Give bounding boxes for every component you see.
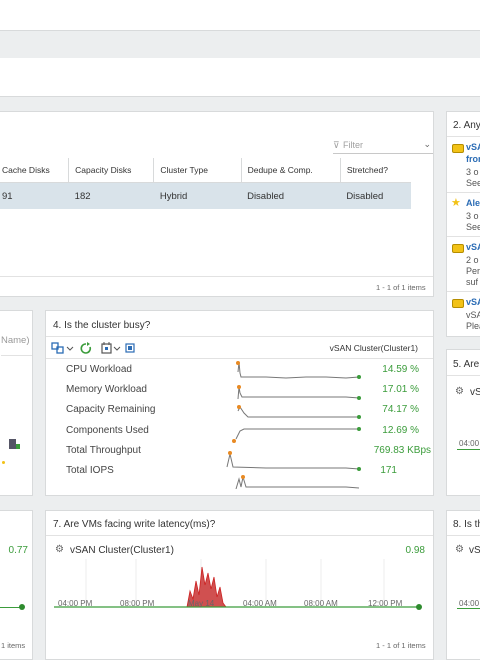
- cluster-table: Cache Disks Capacity Disks Cluster Type …: [0, 158, 411, 209]
- name-filter-input[interactable]: Name): [1, 335, 30, 346]
- busy-toolbar: [51, 342, 135, 354]
- sparkline-memory[interactable]: [237, 385, 361, 400]
- calendar-icon[interactable]: [101, 342, 112, 354]
- sparkline-cpu[interactable]: [236, 361, 361, 379]
- sparkline-components[interactable]: [232, 427, 361, 443]
- metric-label-cpu: CPU Workload: [66, 364, 132, 375]
- graph-icon[interactable]: [51, 342, 64, 354]
- chevron-down-icon[interactable]: ⌄: [423, 139, 431, 150]
- table-row[interactable]: 91 182 Hybrid Disabled Disabled: [0, 182, 411, 209]
- cell-capacity-disks: 182: [68, 182, 154, 209]
- cell-stretched: Disabled: [340, 182, 411, 209]
- chart-mark: [9, 439, 16, 449]
- col-cache-disks[interactable]: Cache Disks: [0, 158, 70, 183]
- metric-value-throughput: 769.83 KBps: [373, 445, 431, 456]
- filter-icon: ⊽: [333, 140, 340, 150]
- cluster-icon: ⚙: [455, 544, 464, 555]
- sparkline-throughput[interactable]: [226, 451, 361, 471]
- cluster-busy-panel: 4. Is the cluster busy? vSAN Cluster(Clu…: [45, 310, 434, 496]
- tick-label: May 14: [188, 599, 215, 608]
- metric-label-components: Components Used: [66, 425, 149, 436]
- chevron-down-icon: [66, 346, 74, 351]
- metric-label-iops: Total IOPS: [66, 465, 114, 476]
- tick-label: 08:00 AM: [304, 599, 338, 608]
- cluster-icon: ⚙: [455, 386, 464, 397]
- tick-label: 04:00 AM: [243, 599, 277, 608]
- cell-dedupe: Disabled: [241, 182, 341, 209]
- latency-entity: vSAN Cluster(Cluster1): [70, 545, 174, 556]
- table-footer: 1 - 1 of 1 items: [376, 283, 426, 292]
- divider: [447, 136, 480, 137]
- filter-input[interactable]: ⊽ Filter ⌄: [333, 139, 433, 154]
- panel-8: 8. Is th ⚙ vSA 04:00: [446, 510, 480, 660]
- export-icon[interactable]: [125, 343, 135, 353]
- latency-title: 7. Are VMs facing write latency(ms)?: [53, 519, 216, 530]
- col-dedupe[interactable]: Dedupe & Comp.: [241, 158, 341, 183]
- divider: [0, 276, 433, 277]
- alert-title[interactable]: vSA: [466, 142, 480, 152]
- latency-value: 0.98: [405, 545, 425, 556]
- tick-label: 08:00 PM: [120, 599, 155, 608]
- metric-label-capacity: Capacity Remaining: [66, 404, 156, 415]
- sparkline-capacity[interactable]: [237, 405, 361, 419]
- metric-value-iops: 171: [380, 465, 397, 476]
- cluster-table-panel: ⊽ Filter ⌄ Cache Disks Capacity Disks Cl…: [0, 111, 434, 297]
- left-panel: Name): [0, 310, 33, 496]
- tick-label: 04:00 PM: [58, 599, 93, 608]
- write-latency-panel: 7. Are VMs facing write latency(ms)? ⚙ v…: [45, 510, 434, 660]
- left-bottom-panel: 0.77 1 items: [0, 510, 33, 660]
- col-capacity-disks[interactable]: Capacity Disks: [68, 158, 155, 183]
- col-stretched[interactable]: Stretched?: [340, 158, 411, 183]
- alert-title-line[interactable]: fron: [466, 154, 480, 164]
- latency-last-point: [416, 604, 422, 610]
- alerts-title: 2. Any: [453, 120, 480, 131]
- sparkline-iops[interactable]: [235, 475, 360, 489]
- top-toolbar: [0, 0, 480, 31]
- cell-cache-disks: 91: [0, 182, 69, 209]
- busy-sparklines: [226, 361, 361, 489]
- chart-mark: [2, 461, 5, 464]
- warning-icon: [452, 244, 464, 253]
- metric-label-throughput: Total Throughput: [66, 445, 141, 456]
- metric-value-components: 12.69 %: [382, 425, 419, 436]
- busy-title: 4. Is the cluster busy?: [53, 320, 151, 331]
- warning-icon: [452, 144, 464, 153]
- metric-value-capacity: 74.17 %: [382, 404, 419, 415]
- col-cluster-type[interactable]: Cluster Type: [153, 158, 242, 183]
- header-bar: [0, 58, 480, 97]
- refresh-icon[interactable]: [80, 342, 92, 354]
- alerts-panel: 2. Any vSA fron 3 o See ★ Ale 3 o See vS…: [446, 111, 480, 337]
- tick-label: 12:00 PM: [368, 599, 403, 608]
- latency-footer: 1 - 1 of 1 items: [376, 641, 426, 650]
- metric-label-memory: Memory Workload: [66, 384, 147, 395]
- warning-icon: [452, 299, 464, 308]
- chart-mark: [19, 604, 25, 610]
- chart-mark: [16, 444, 20, 449]
- panel-5: 5. Are ⚙ vS 04:00: [446, 349, 480, 496]
- cluster-icon: ⚙: [55, 544, 64, 555]
- table-header-row: Cache Disks Capacity Disks Cluster Type …: [0, 158, 411, 183]
- busy-entity: vSAN Cluster(Cluster1): [329, 343, 418, 353]
- metric-value-memory: 17.01 %: [382, 384, 419, 395]
- metric-value-cpu: 14.59 %: [382, 364, 419, 375]
- star-icon: ★: [451, 197, 461, 209]
- cell-cluster-type: Hybrid: [153, 182, 242, 209]
